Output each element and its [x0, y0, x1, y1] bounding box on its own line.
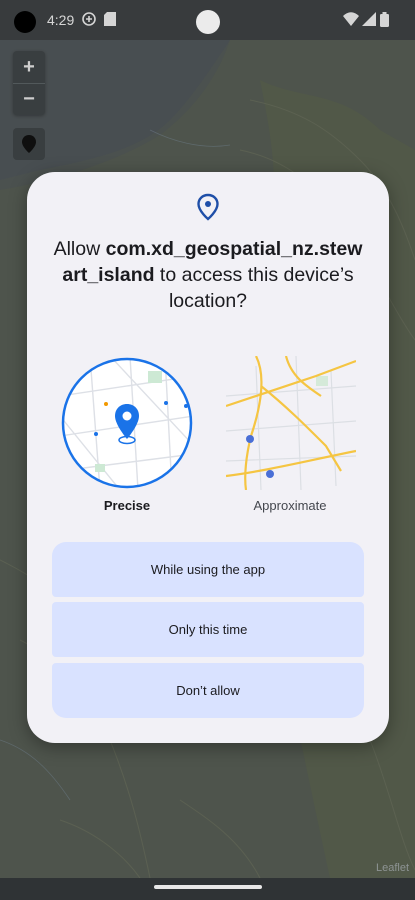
- precise-location-option[interactable]: [60, 356, 194, 490]
- dialog-title: Allow com.xd_geospatial_nz.stewart_islan…: [51, 236, 365, 314]
- navigation-bar: [0, 878, 415, 900]
- location-pin-icon: [197, 193, 219, 221]
- home-gesture-handle[interactable]: [154, 885, 262, 889]
- only-this-time-button[interactable]: Only this time: [52, 602, 364, 657]
- while-using-app-button[interactable]: While using the app: [52, 542, 364, 597]
- dont-allow-button[interactable]: Don’t allow: [52, 663, 364, 718]
- precise-label[interactable]: Precise: [67, 498, 187, 513]
- location-permission-dialog: Allow com.xd_geospatial_nz.stewart_islan…: [27, 172, 389, 743]
- title-prefix: Allow: [53, 238, 106, 260]
- approximate-label[interactable]: Approximate: [230, 498, 350, 513]
- title-suffix: to access this device’s location?: [154, 264, 354, 312]
- approximate-location-option[interactable]: [226, 356, 356, 490]
